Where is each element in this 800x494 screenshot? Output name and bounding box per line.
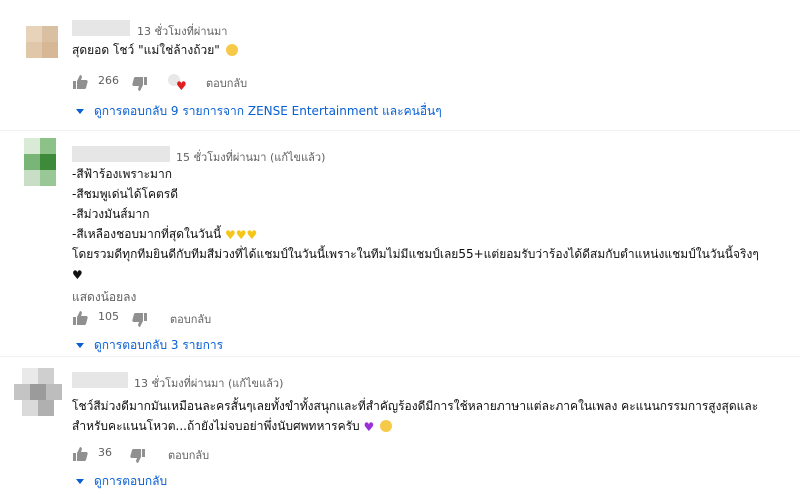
- author-name[interactable]: [72, 146, 170, 162]
- avatar[interactable]: [14, 362, 62, 426]
- action-bar: 36 ตอบกลับ: [72, 444, 372, 464]
- comment-text-line: -สีชมพูเด่นได้โคตรดี: [72, 187, 179, 201]
- author-name[interactable]: [72, 20, 130, 36]
- view-replies-link[interactable]: ดูการตอบกลับ 9 รายการจาก ZENSE Entertain…: [76, 102, 442, 121]
- chevron-down-icon: [76, 109, 84, 114]
- like-count: 36: [98, 446, 112, 459]
- like-count: 105: [98, 310, 119, 323]
- reply-button[interactable]: ตอบกลับ: [168, 446, 209, 464]
- comment-text-line: -สีม่วงมันส์มาก: [72, 207, 150, 221]
- comment-text-line: โดยรวมดีทุกทีมยินดีกับทีมสีม่วงที่ได้แชม…: [72, 247, 759, 261]
- view-replies-link[interactable]: ดูการตอบกลับ 3 รายการ: [76, 336, 223, 355]
- reply-button[interactable]: ตอบกลับ: [206, 74, 247, 92]
- comment-text-line: สำหรับคะแนนโหวต...ถ้ายังไม่จบอย่าพึ่งนับ…: [72, 416, 393, 436]
- timestamp[interactable]: 15 ชั่วโมงที่ผ่านมา (แก้ไขแล้ว): [176, 148, 325, 166]
- thumb-down-icon[interactable]: [132, 76, 148, 92]
- comment-2: 15 ชั่วโมงที่ผ่านมา (แก้ไขแล้ว) -สีฟ้าร้…: [0, 130, 800, 360]
- author-name[interactable]: [72, 372, 128, 388]
- thumb-up-icon[interactable]: [72, 310, 88, 326]
- grinning-emoji: [225, 44, 238, 56]
- view-replies-link[interactable]: ดูการตอบกลับ: [76, 472, 167, 491]
- comment-text-line: -สีฟ้าร้องเพราะมาก: [72, 167, 172, 181]
- thumb-down-icon[interactable]: [132, 312, 148, 328]
- black-heart-emoji: ♥: [72, 268, 83, 282]
- like-count: 266: [98, 74, 119, 87]
- thumb-up-icon[interactable]: [72, 74, 88, 90]
- show-less-link[interactable]: แสดงน้อยลง: [72, 288, 136, 307]
- smiling-hearts-emoji: [380, 420, 393, 432]
- reply-button[interactable]: ตอบกลับ: [170, 310, 211, 328]
- comment-text: สุดยอด โชว์ "แม่ใช่ล้างถ้วย": [72, 40, 238, 60]
- comment-1: 13 ชั่วโมงที่ผ่านมา สุดยอด โชว์ "แม่ใช่ล…: [0, 0, 800, 124]
- comment-3: 13 ชั่วโมงที่ผ่านมา (แก้ไขแล้ว) โชว์สีม่…: [0, 356, 800, 494]
- chevron-down-icon: [76, 479, 84, 484]
- thumb-up-icon[interactable]: [72, 446, 88, 462]
- thumb-down-icon[interactable]: [130, 448, 146, 464]
- purple-heart-emoji: ♥: [363, 420, 375, 434]
- avatar[interactable]: [18, 18, 66, 66]
- chevron-down-icon: [76, 343, 84, 348]
- avatar[interactable]: [16, 134, 64, 194]
- action-bar: 105 ตอบกลับ: [72, 308, 372, 328]
- comment-text-line: โชว์สีม่วงดีมากมันเหมือนละครสั้นๆเลยทั้ง…: [72, 399, 759, 413]
- yellow-heart-emoji: ♥♥♥: [225, 228, 258, 242]
- action-bar: 266 ♥ ตอบกลับ: [72, 72, 372, 92]
- timestamp[interactable]: 13 ชั่วโมงที่ผ่านมา (แก้ไขแล้ว): [134, 374, 283, 392]
- timestamp[interactable]: 13 ชั่วโมงที่ผ่านมา: [137, 22, 228, 40]
- comment-text-line: -สีเหลืองชอบมากที่สุดในวันนี้ ♥♥♥: [72, 227, 258, 242]
- creator-heart-icon: ♥: [168, 74, 188, 92]
